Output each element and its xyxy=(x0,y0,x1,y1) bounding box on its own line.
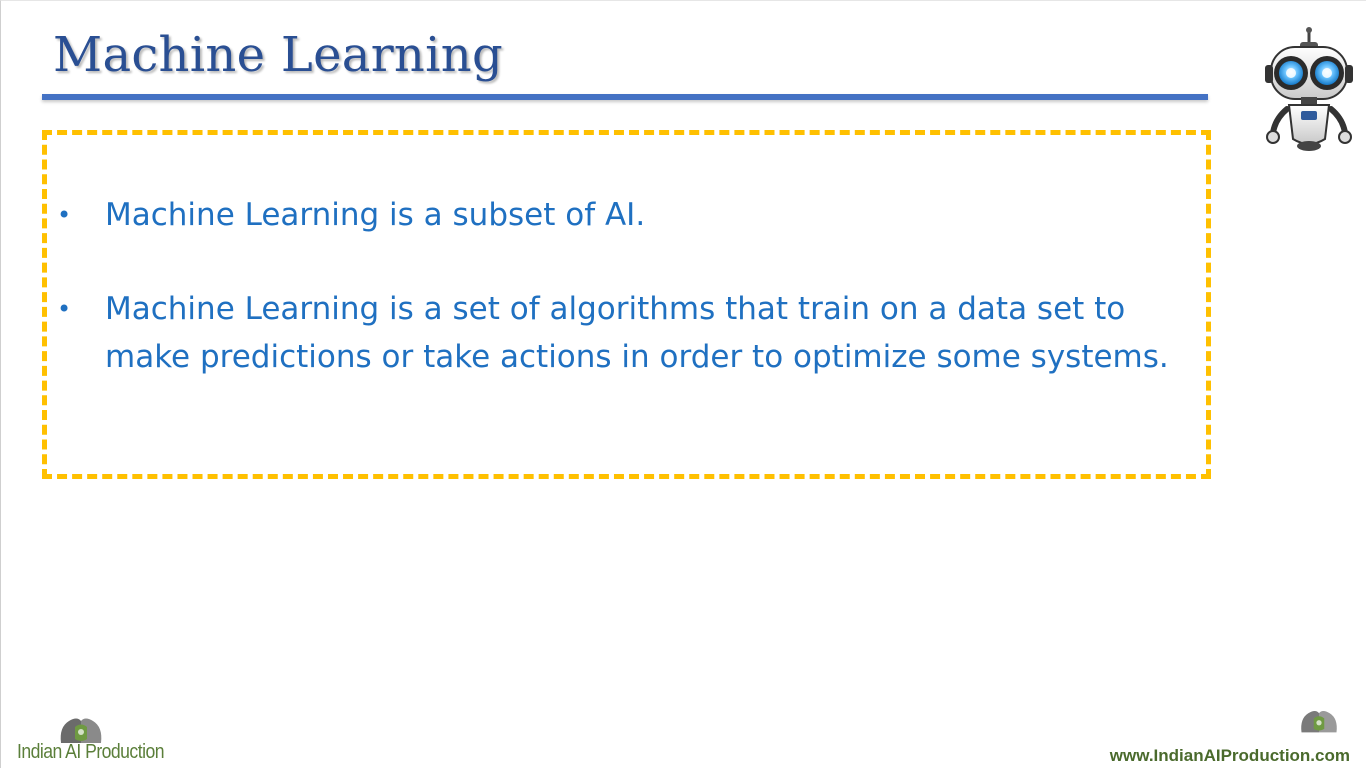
slide-title: Machine Learning xyxy=(53,27,504,83)
bullet-text: Machine Learning is a set of algorithms … xyxy=(105,291,1169,375)
website-url: www.IndianAIProduction.com xyxy=(1109,746,1350,765)
slide: Machine Learning • Machine Learning is a… xyxy=(0,0,1366,768)
bullet-item: • Machine Learning is a set of algorithm… xyxy=(47,285,1187,381)
bullet-marker: • xyxy=(57,201,72,229)
bullet-item: • Machine Learning is a subset of AI. xyxy=(47,191,1187,239)
robot-mascot-icon xyxy=(1263,27,1355,153)
bullet-marker: • xyxy=(57,295,72,323)
brand-name: Indian AI Production xyxy=(17,741,165,763)
title-underline xyxy=(42,94,1208,100)
bullet-list: • Machine Learning is a subset of AI. • … xyxy=(47,191,1187,427)
two-heads-logo-icon xyxy=(1298,705,1340,737)
bullet-text: Machine Learning is a subset of AI. xyxy=(105,197,646,233)
brand-logo: Indian AI Production xyxy=(15,713,195,767)
content-box: • Machine Learning is a subset of AI. • … xyxy=(42,130,1211,479)
